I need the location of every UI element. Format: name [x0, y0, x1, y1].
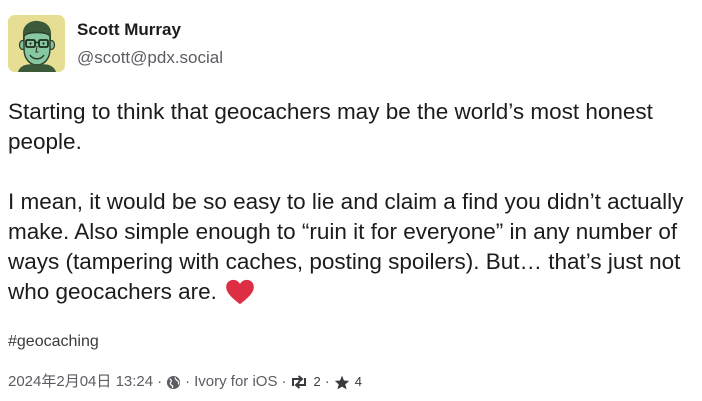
post-paragraph-text: I mean, it would be so easy to lie and c… [8, 189, 684, 304]
separator: · [281, 373, 287, 390]
post-meta: 2024年2月04日 13:24 · · Ivory for iOS · 2 · [8, 372, 694, 392]
post-timestamp[interactable]: 2024年2月04日 13:24 [8, 372, 153, 392]
avatar[interactable] [8, 15, 65, 72]
boost-count: 2 [313, 374, 321, 389]
globe-icon [166, 375, 181, 390]
post-paragraph-with-emoji: I mean, it would be so easy to lie and c… [8, 187, 694, 307]
separator: · [324, 373, 330, 390]
boost-icon [292, 375, 307, 389]
post-header: Scott Murray @scott@pdx.social [8, 15, 694, 75]
separator: · [185, 373, 191, 390]
separator: · [157, 373, 163, 390]
boost-button[interactable]: 2 [290, 372, 321, 392]
author-names: Scott Murray @scott@pdx.social [77, 15, 223, 69]
star-icon [334, 375, 349, 389]
favourite-button[interactable]: 4 [334, 372, 362, 392]
author-handle[interactable]: @scott@pdx.social [77, 47, 223, 69]
author-display-name[interactable]: Scott Murray [77, 19, 223, 41]
hashtag-link[interactable]: #geocaching [8, 332, 99, 352]
client-link[interactable]: Ivory for iOS [194, 372, 277, 392]
post: Scott Murray @scott@pdx.social Starting … [8, 15, 694, 392]
post-paragraph: Starting to think that geocachers may be… [8, 99, 653, 154]
avatar-illustration [8, 15, 65, 72]
post-content: Starting to think that geocachers may be… [8, 97, 694, 307]
red-heart-icon [226, 279, 254, 305]
favourite-count: 4 [354, 374, 362, 389]
